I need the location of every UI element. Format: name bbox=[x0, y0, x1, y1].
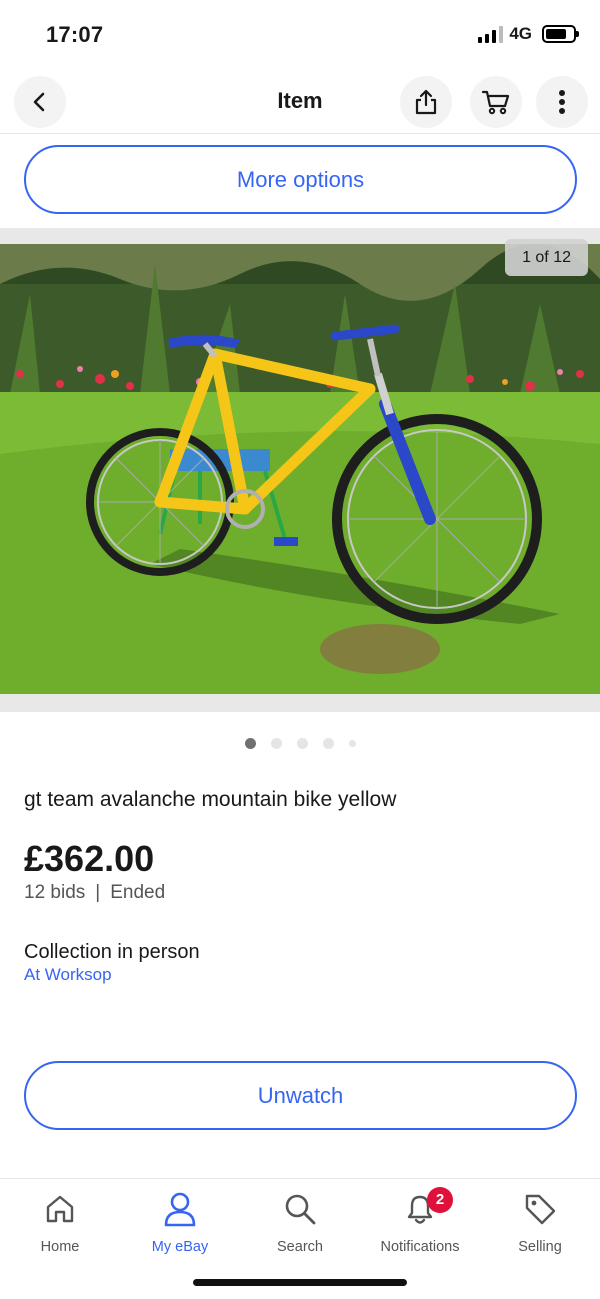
tab-label: Search bbox=[277, 1239, 323, 1255]
status-time: 17:07 bbox=[46, 22, 104, 47]
delivery-method: Collection in person bbox=[24, 941, 200, 963]
pagination-dot[interactable] bbox=[322, 738, 334, 749]
signal-icon bbox=[478, 25, 504, 43]
more-menu-button[interactable] bbox=[536, 76, 588, 128]
tab-selling[interactable]: Selling bbox=[480, 1187, 600, 1255]
pagination-dot[interactable] bbox=[270, 738, 282, 749]
nav-bar: Item bbox=[0, 70, 600, 134]
tab-label: Home bbox=[40, 1239, 80, 1255]
cart-icon bbox=[481, 90, 510, 115]
tab-home[interactable]: Home bbox=[0, 1187, 120, 1255]
cart-button[interactable] bbox=[470, 76, 522, 128]
more-vertical-icon bbox=[559, 90, 565, 114]
home-indicator[interactable] bbox=[193, 1279, 407, 1286]
gallery-pagination bbox=[0, 738, 600, 749]
item-location: At Worksop bbox=[24, 965, 112, 984]
image-counter: 1 of 12 bbox=[505, 239, 588, 276]
share-button[interactable] bbox=[400, 76, 452, 128]
status-bar: 17:07 4G bbox=[0, 0, 600, 70]
home-icon bbox=[46, 1195, 74, 1223]
product-photo bbox=[0, 244, 600, 694]
item-price: £362.00 bbox=[24, 838, 155, 879]
more-options-button[interactable]: More options bbox=[24, 145, 577, 214]
pagination-dot[interactable] bbox=[348, 740, 356, 747]
pagination-dot[interactable] bbox=[244, 738, 256, 749]
tag-icon bbox=[525, 1194, 556, 1225]
search-icon bbox=[285, 1194, 316, 1225]
status-indicators: 4G bbox=[478, 24, 579, 44]
tab-notifications[interactable]: 2 Notifications bbox=[360, 1187, 480, 1255]
item-title: gt team avalanche mountain bike yellow bbox=[24, 788, 397, 811]
battery-icon bbox=[542, 25, 579, 43]
separator: | bbox=[95, 882, 101, 903]
tab-search[interactable]: Search bbox=[240, 1187, 360, 1255]
tab-label: Notifications bbox=[380, 1239, 460, 1255]
tab-my-ebay[interactable]: My eBay bbox=[120, 1187, 240, 1255]
bid-status: 12 bids | Ended bbox=[24, 882, 165, 904]
pagination-dot[interactable] bbox=[296, 738, 308, 749]
image-gallery[interactable]: 1 of 12 bbox=[0, 228, 600, 712]
network-type: 4G bbox=[509, 24, 532, 43]
listing-status: Ended bbox=[110, 882, 166, 903]
person-icon bbox=[164, 1192, 196, 1227]
share-icon bbox=[415, 89, 437, 115]
notification-badge: 2 bbox=[427, 1187, 453, 1213]
tab-label: Selling bbox=[518, 1239, 562, 1255]
unwatch-button[interactable]: Unwatch bbox=[24, 1061, 577, 1130]
tab-label: My eBay bbox=[151, 1239, 209, 1255]
bid-count: 12 bids bbox=[24, 882, 86, 903]
